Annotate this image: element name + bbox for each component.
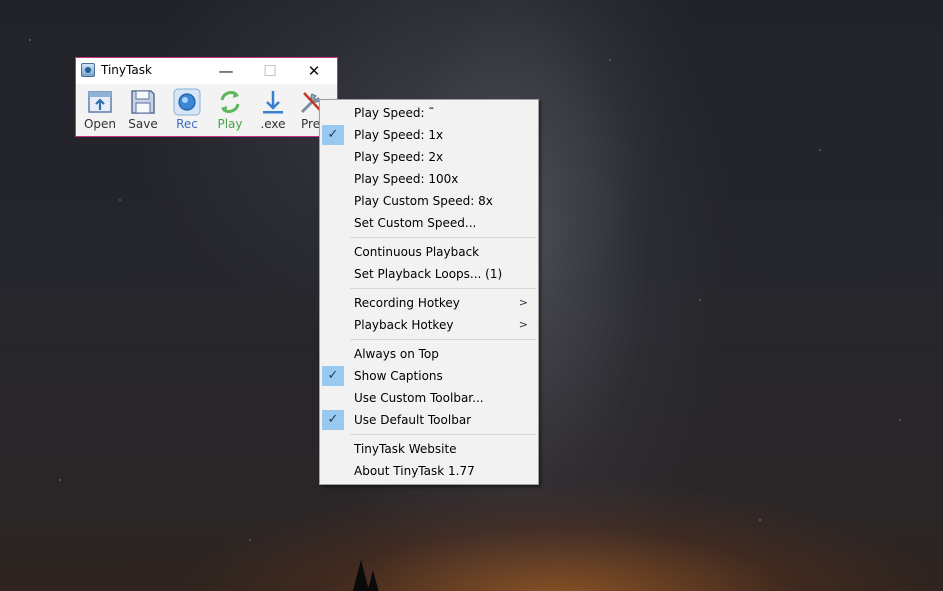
menu-item-label: Show Captions xyxy=(354,369,443,383)
menu-item-label: Play Speed: ˜ xyxy=(354,106,435,120)
save-icon xyxy=(131,90,155,114)
menu-separator xyxy=(350,339,536,340)
menu-item-label: Play Speed: 100x xyxy=(354,172,459,186)
menu-item-label: Set Custom Speed... xyxy=(354,216,477,230)
record-button[interactable]: Rec xyxy=(166,88,208,134)
app-icon[interactable] xyxy=(81,63,95,77)
checkmark-icon: ✓ xyxy=(322,125,344,145)
menu-item-recording-hotkey[interactable]: Recording Hotkey > xyxy=(320,292,538,314)
menu-item-label: Play Custom Speed: 8x xyxy=(354,194,493,208)
menu-item-label: Play Speed: 2x xyxy=(354,150,444,164)
menu-item-continuous-playback[interactable]: Continuous Playback xyxy=(320,241,538,263)
close-button[interactable]: ✕ xyxy=(292,58,336,84)
menu-item-label: Continuous Playback xyxy=(354,245,480,259)
menu-separator xyxy=(350,288,536,289)
menu-item-label: Play Speed: 1x xyxy=(354,128,444,142)
menu-item-use-default-toolbar[interactable]: ✓ Use Default Toolbar xyxy=(320,409,538,431)
menu-item-label: Set Playback Loops... (1) xyxy=(354,267,503,281)
window-title: TinyTask xyxy=(101,63,152,77)
record-label: Rec xyxy=(176,117,198,131)
preferences-menu: Play Speed: ˜ ✓ Play Speed: 1x Play Spee… xyxy=(319,99,539,485)
menu-item-label: Recording Hotkey xyxy=(354,296,460,310)
checkmark-icon: ✓ xyxy=(322,410,344,430)
menu-item-label: TinyTask Website xyxy=(354,442,457,456)
menu-separator xyxy=(350,434,536,435)
exe-label: .exe xyxy=(260,117,286,131)
menu-item-label: Always on Top xyxy=(354,347,439,361)
menu-item-play-speed-default[interactable]: Play Speed: ˜ xyxy=(320,102,538,124)
maximize-button[interactable]: ☐ xyxy=(248,58,292,84)
record-icon xyxy=(173,88,201,116)
menu-item-play-speed-100x[interactable]: Play Speed: 100x xyxy=(320,168,538,190)
open-label: Open xyxy=(83,117,117,131)
menu-item-label: About TinyTask 1.77 xyxy=(354,464,475,478)
menu-item-tinytask-website[interactable]: TinyTask Website xyxy=(320,438,538,460)
title-bar[interactable]: TinyTask — ☐ ✕ xyxy=(76,58,337,84)
desktop-background: TinyTask — ☐ ✕ Open Save Rec Play .exe P… xyxy=(0,0,943,591)
tree-silhouette xyxy=(364,570,382,591)
menu-item-set-playback-loops[interactable]: Set Playback Loops... (1) xyxy=(320,263,538,285)
play-button[interactable]: Play xyxy=(209,88,251,134)
menu-item-always-on-top[interactable]: Always on Top xyxy=(320,343,538,365)
toolbar: Open Save Rec Play .exe Prefs xyxy=(76,84,337,136)
open-icon xyxy=(88,91,112,113)
checkmark-icon: ✓ xyxy=(322,366,344,386)
submenu-arrow-icon: > xyxy=(518,318,528,331)
menu-item-play-speed-2x[interactable]: Play Speed: 2x xyxy=(320,146,538,168)
menu-item-show-captions[interactable]: ✓ Show Captions xyxy=(320,365,538,387)
menu-item-label: Playback Hotkey xyxy=(354,318,454,332)
play-loop-icon xyxy=(220,91,240,113)
menu-item-label: Use Custom Toolbar... xyxy=(354,391,484,405)
menu-item-play-speed-1x[interactable]: ✓ Play Speed: 1x xyxy=(320,124,538,146)
play-label: Play xyxy=(217,117,243,131)
save-button[interactable]: Save xyxy=(122,88,164,134)
menu-item-playback-hotkey[interactable]: Playback Hotkey > xyxy=(320,314,538,336)
menu-item-label: Use Default Toolbar xyxy=(354,413,472,427)
save-label: Save xyxy=(128,117,158,131)
compile-exe-button[interactable]: .exe xyxy=(252,88,294,134)
menu-item-about[interactable]: About TinyTask 1.77 xyxy=(320,460,538,482)
menu-item-play-custom-speed[interactable]: Play Custom Speed: 8x xyxy=(320,190,538,212)
menu-item-use-custom-toolbar[interactable]: Use Custom Toolbar... xyxy=(320,387,538,409)
menu-item-set-custom-speed[interactable]: Set Custom Speed... xyxy=(320,212,538,234)
tinytask-window: TinyTask — ☐ ✕ Open Save Rec Play .exe P… xyxy=(75,57,338,137)
open-button[interactable]: Open xyxy=(79,88,121,134)
download-arrow-icon xyxy=(263,91,283,114)
submenu-arrow-icon: > xyxy=(518,296,528,309)
menu-separator xyxy=(350,237,536,238)
minimize-button[interactable]: — xyxy=(204,58,248,84)
